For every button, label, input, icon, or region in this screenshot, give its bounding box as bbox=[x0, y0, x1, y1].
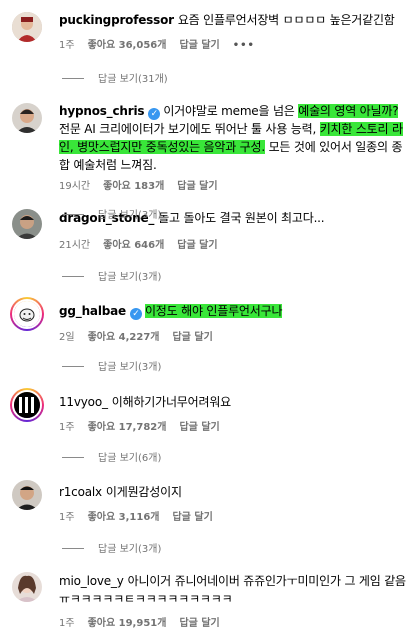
reply-button[interactable]: 답글 달기 bbox=[177, 240, 217, 251]
avatar[interactable] bbox=[12, 12, 42, 42]
comment-text: 이게뭔감성이지 bbox=[105, 485, 182, 499]
avatar[interactable] bbox=[12, 209, 42, 239]
more-options-icon[interactable]: ••• bbox=[233, 40, 255, 51]
reply-button[interactable]: 답글 달기 bbox=[179, 618, 219, 629]
highlighted-text: 이정도 해야 인플루언서구나 bbox=[144, 304, 283, 318]
divider bbox=[62, 78, 84, 79]
avatar[interactable] bbox=[12, 480, 42, 510]
view-replies-button[interactable]: 답글 보기(3개) bbox=[62, 358, 161, 373]
like-count[interactable]: 좋아요 19,951개 bbox=[88, 618, 167, 629]
like-count[interactable]: 좋아요 183개 bbox=[103, 181, 164, 192]
verified-badge-icon: ✓ bbox=[148, 108, 161, 120]
comment-text: 전문 AI 크리에이터가 보기에도 뛰어난 툴 사용 능력, bbox=[59, 122, 320, 136]
highlighted-text: 예술의 영역 아닐까? bbox=[298, 104, 399, 118]
view-replies-button[interactable]: 답글 보기(3개) bbox=[62, 206, 161, 221]
reply-button[interactable]: 답글 달기 bbox=[179, 422, 219, 433]
like-count[interactable]: 좋아요 3,116개 bbox=[88, 512, 160, 523]
timestamp[interactable]: 1주 bbox=[59, 512, 75, 523]
divider bbox=[62, 366, 84, 367]
divider bbox=[62, 276, 84, 277]
view-replies-label: 답글 보기(31개) bbox=[98, 74, 168, 85]
reply-button[interactable]: 답글 달기 bbox=[172, 332, 212, 343]
view-replies-button[interactable]: 답글 보기(3개) bbox=[62, 268, 161, 283]
view-replies-label: 답글 보기(3개) bbox=[98, 272, 162, 283]
username[interactable]: puckingprofessor bbox=[59, 13, 174, 27]
timestamp[interactable]: 19시간 bbox=[59, 181, 90, 192]
avatar[interactable] bbox=[12, 572, 42, 602]
username[interactable]: gg_halbae bbox=[59, 304, 126, 318]
like-count[interactable]: 좋아요 17,782개 bbox=[88, 422, 167, 433]
view-replies-button[interactable]: 답글 보기(3개) bbox=[62, 540, 161, 555]
comment-text: 요즘 인플루언서장벽 ㅁㅁㅁㅁ 높은거같긴함 bbox=[177, 13, 395, 27]
timestamp[interactable]: 1주 bbox=[59, 618, 75, 629]
view-replies-label: 답글 보기(3개) bbox=[98, 362, 162, 373]
comment-text: 이해하기가너무어려워요 bbox=[111, 395, 232, 409]
timestamp[interactable]: 21시간 bbox=[59, 240, 90, 251]
avatar[interactable] bbox=[12, 103, 42, 133]
like-count[interactable]: 좋아요 646개 bbox=[103, 240, 164, 251]
username[interactable]: r1coalx bbox=[59, 485, 102, 499]
view-replies-button[interactable]: 답글 보기(31개) bbox=[62, 70, 168, 85]
avatar[interactable] bbox=[10, 388, 44, 422]
divider bbox=[62, 214, 84, 215]
view-replies-button[interactable]: 답글 보기(6개) bbox=[62, 449, 161, 464]
avatar[interactable] bbox=[10, 297, 44, 331]
timestamp[interactable]: 2일 bbox=[59, 332, 75, 343]
like-count[interactable]: 좋아요 36,056개 bbox=[88, 40, 167, 51]
username[interactable]: 11vyoo_ bbox=[59, 395, 108, 409]
username[interactable]: hypnos_chris bbox=[59, 104, 145, 118]
like-count[interactable]: 좋아요 4,227개 bbox=[88, 332, 160, 343]
view-replies-label: 답글 보기(3개) bbox=[98, 544, 162, 555]
divider bbox=[62, 457, 84, 458]
reply-button[interactable]: 답글 달기 bbox=[177, 181, 217, 192]
comment-text: 이거야말로 meme을 넘은 bbox=[163, 104, 299, 118]
timestamp[interactable]: 1주 bbox=[59, 422, 75, 433]
view-replies-label: 답글 보기(3개) bbox=[98, 210, 162, 221]
timestamp[interactable]: 1주 bbox=[59, 40, 75, 51]
reply-button[interactable]: 답글 달기 bbox=[179, 40, 219, 51]
comment-text: 돌고 돌아도 결국 원본이 최고다... bbox=[158, 211, 325, 225]
username[interactable]: mio_love_y bbox=[59, 574, 124, 588]
verified-badge-icon: ✓ bbox=[129, 308, 142, 320]
divider bbox=[62, 548, 84, 549]
reply-button[interactable]: 답글 달기 bbox=[172, 512, 212, 523]
view-replies-label: 답글 보기(6개) bbox=[98, 453, 162, 464]
